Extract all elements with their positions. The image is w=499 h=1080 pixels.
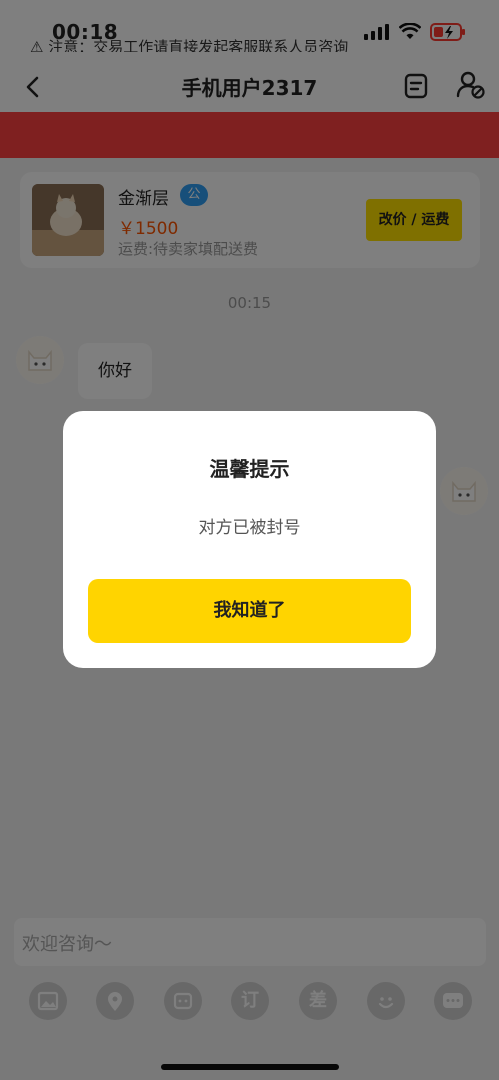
alert-dialog: 温馨提示 对方已被封号 我知道了	[63, 411, 436, 668]
dialog-title: 温馨提示	[209, 457, 290, 481]
confirm-button[interactable]: 我知道了	[88, 579, 411, 643]
dialog-message: 对方已被封号	[198, 518, 301, 538]
